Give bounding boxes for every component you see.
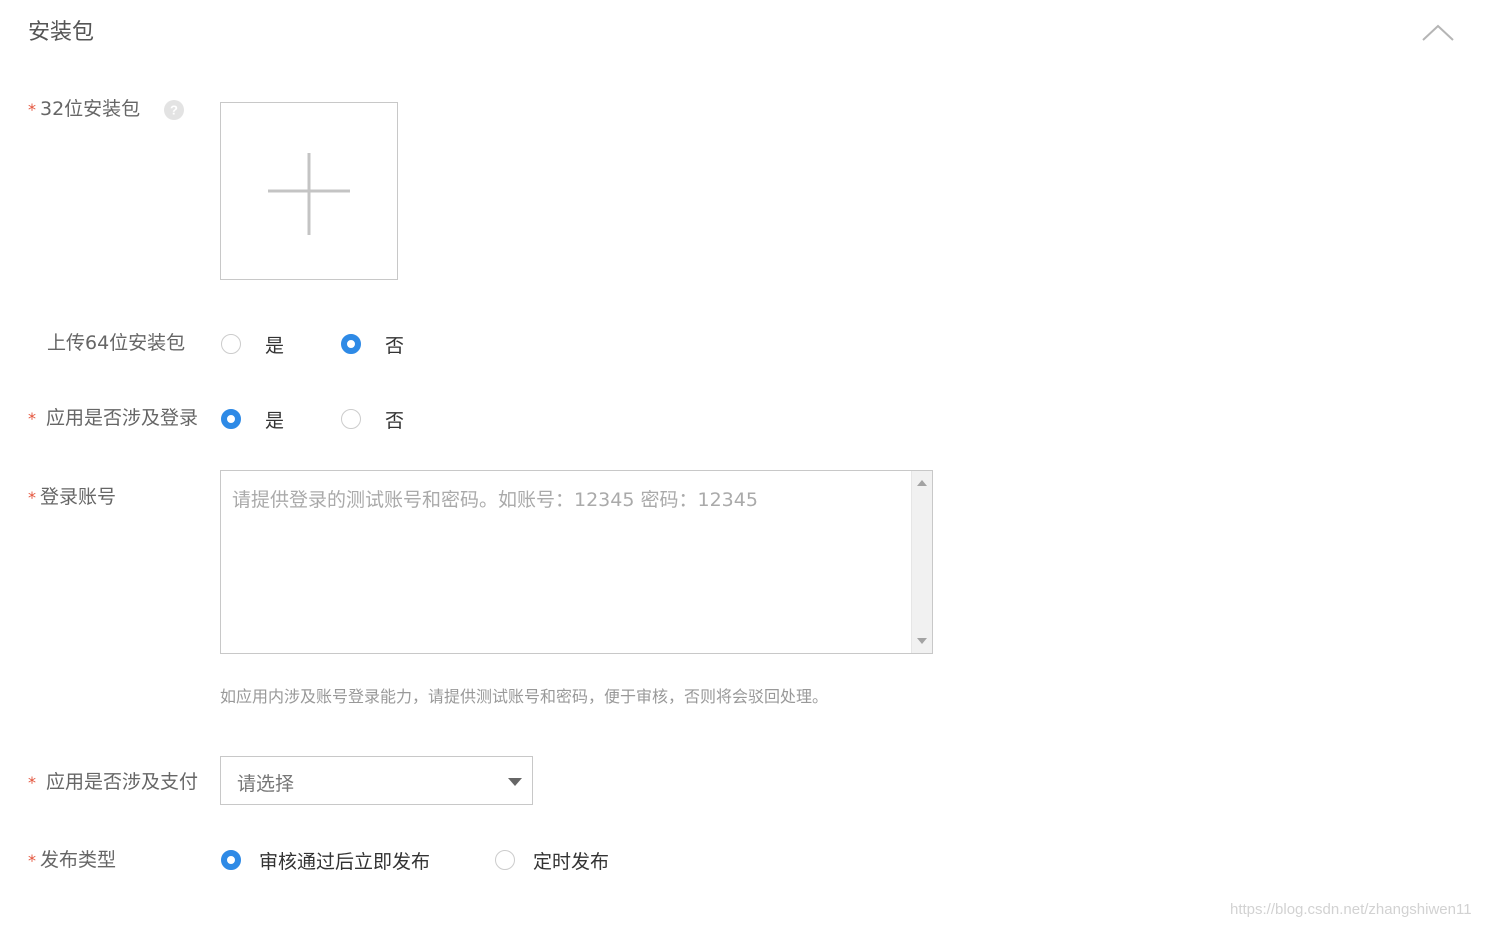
package32-upload-button[interactable]	[220, 102, 398, 280]
package32-label-row: * 32位安装包	[28, 96, 140, 123]
caret-down-icon	[508, 778, 522, 786]
payment-select[interactable]: 请选择	[220, 756, 533, 805]
radio-button[interactable]	[495, 850, 515, 870]
radio-button[interactable]	[221, 409, 241, 429]
scroll-up-arrow-icon[interactable]	[917, 480, 927, 486]
required-mark: *	[28, 851, 36, 870]
required-mark: *	[28, 100, 36, 119]
release-radio-scheduled[interactable]: 定时发布	[495, 847, 609, 873]
required-mark: *	[28, 488, 36, 507]
scroll-down-arrow-icon[interactable]	[917, 638, 927, 644]
login-account-hint: 如应用内涉及账号登录能力，请提供测试账号和密码，便于审核，否则将会驳回处理。	[220, 687, 829, 706]
login-account-label-row: * 登录账号	[28, 484, 116, 511]
radio-label: 否	[385, 334, 405, 357]
login-radio-yes[interactable]: 是	[221, 406, 284, 432]
upload64-radio-no[interactable]: 否	[341, 331, 404, 357]
install-package-form: 安装包 *32位安装包 ? 上传64位安装包 是 否 * 应用是否涉及登录 是	[0, 0, 1495, 929]
radio-button[interactable]	[221, 334, 241, 354]
radio-label: 是	[265, 334, 285, 357]
package32-label: 32位安装包	[40, 98, 141, 120]
upload64-radio-yes[interactable]: 是	[221, 331, 284, 357]
payment-label-row: * 应用是否涉及支付	[28, 769, 198, 796]
login-involved-label-row: * 应用是否涉及登录	[28, 405, 198, 432]
section-title: 安装包	[28, 20, 95, 45]
radio-label: 是	[265, 409, 285, 432]
plus-icon	[268, 153, 350, 235]
upload64-label: 上传64位安装包	[47, 332, 186, 354]
release-type-label-row: * 发布类型	[28, 847, 116, 874]
question-circle-icon[interactable]: ?	[163, 99, 185, 121]
login-involved-label: 应用是否涉及登录	[46, 407, 199, 429]
select-value: 请选择	[237, 773, 295, 795]
login-account-field	[220, 470, 933, 654]
radio-label: 定时发布	[533, 850, 610, 873]
radio-button[interactable]	[341, 409, 361, 429]
radio-button[interactable]	[341, 334, 361, 354]
radio-label: 否	[385, 409, 405, 432]
radio-label: 审核通过后立即发布	[259, 850, 431, 873]
release-radio-immediate[interactable]: 审核通过后立即发布	[221, 847, 430, 873]
svg-text:?: ?	[170, 103, 178, 118]
login-account-label: 登录账号	[40, 486, 117, 508]
login-radio-no[interactable]: 否	[341, 406, 404, 432]
radio-button[interactable]	[221, 850, 241, 870]
textarea-scrollbar[interactable]	[911, 471, 932, 653]
chevron-up-icon[interactable]	[1420, 20, 1456, 44]
payment-label: 应用是否涉及支付	[46, 771, 199, 793]
watermark: https://blog.csdn.net/zhangshiwen11	[1230, 901, 1472, 918]
required-mark: *	[28, 409, 36, 428]
login-account-textarea[interactable]	[221, 471, 913, 653]
required-mark: *	[28, 773, 36, 792]
release-type-label: 发布类型	[40, 849, 117, 871]
